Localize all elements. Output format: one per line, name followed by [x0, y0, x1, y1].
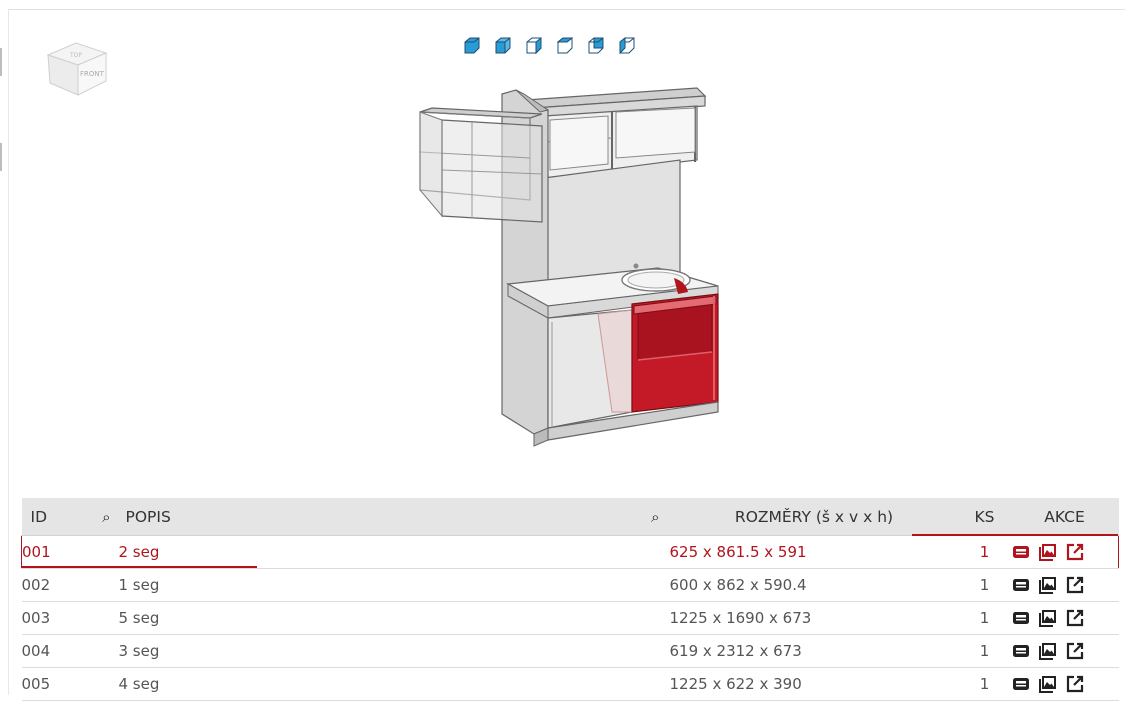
- view-toolbar: [462, 36, 637, 56]
- print-label-icon[interactable]: [1011, 674, 1031, 694]
- column-header-id-label: ID: [30, 507, 48, 526]
- table-row[interactable]: 005 4 seg 1225 x 622 x 390 1: [21, 667, 1119, 701]
- column-header-ks-label: KS: [974, 507, 995, 526]
- cell-rozmery: 1225 x 622 x 390: [669, 667, 959, 701]
- cell-rozmery: 619 x 2312 x 673: [669, 634, 959, 668]
- open-external-icon[interactable]: [1065, 674, 1085, 694]
- cell-id: 005: [21, 667, 119, 701]
- selection-underline: [21, 566, 257, 568]
- cell-akce: [1010, 535, 1119, 569]
- left-tick: [0, 48, 2, 76]
- left-border: [8, 10, 9, 695]
- image-gallery-icon[interactable]: [1038, 608, 1058, 628]
- cell-akce: [1010, 601, 1119, 635]
- cell-id: 003: [21, 601, 119, 635]
- cell-akce: [1010, 667, 1119, 701]
- print-label-icon[interactable]: [1011, 575, 1031, 595]
- column-header-ks[interactable]: KS: [958, 498, 1011, 536]
- view-iso-3-icon[interactable]: [524, 36, 544, 56]
- search-icon[interactable]: ⌕: [102, 508, 110, 526]
- open-external-icon[interactable]: [1065, 575, 1085, 595]
- cell-id: 002: [21, 568, 119, 602]
- column-header-popis[interactable]: POPIS ⌕: [118, 498, 670, 536]
- cell-popis: 3 seg: [118, 634, 670, 668]
- table-row[interactable]: 004 3 seg 619 x 2312 x 673 1: [21, 634, 1119, 668]
- print-label-icon[interactable]: [1011, 641, 1031, 661]
- left-tick: [0, 143, 2, 171]
- open-external-icon[interactable]: [1065, 608, 1085, 628]
- open-external-icon[interactable]: [1065, 641, 1085, 661]
- table-header-row: ID ⌕ POPIS ⌕ ROZMĚRY (š x v x h) KS AKCE: [21, 498, 1119, 536]
- view-iso-1-icon[interactable]: [462, 36, 482, 56]
- print-label-icon[interactable]: [1011, 542, 1031, 562]
- cell-rozmery: 1225 x 1690 x 673: [669, 601, 959, 635]
- image-gallery-icon[interactable]: [1038, 674, 1058, 694]
- column-header-rozmery-label: ROZMĚRY (š x v x h): [734, 507, 894, 526]
- cell-id: 004: [21, 634, 119, 668]
- search-icon[interactable]: ⌕: [651, 508, 659, 526]
- image-gallery-icon[interactable]: [1038, 542, 1058, 562]
- cell-akce: [1010, 634, 1119, 668]
- image-gallery-icon[interactable]: [1038, 575, 1058, 595]
- view-iso-6-icon[interactable]: [617, 36, 637, 56]
- view-iso-4-icon[interactable]: [555, 36, 575, 56]
- svg-text:TOP: TOP: [69, 52, 82, 59]
- segments-table: ID ⌕ POPIS ⌕ ROZMĚRY (š x v x h) KS AKCE…: [21, 498, 1119, 701]
- top-border: [8, 9, 1125, 10]
- selection-overline: [912, 534, 1118, 536]
- view-iso-2-icon[interactable]: [493, 36, 513, 56]
- view-iso-5-icon[interactable]: [586, 36, 606, 56]
- table-row[interactable]: 003 5 seg 1225 x 1690 x 673 1: [21, 601, 1119, 635]
- cell-ks: 1: [958, 568, 1011, 602]
- cell-rozmery: 600 x 862 x 590.4: [669, 568, 959, 602]
- column-header-akce-label: AKCE: [1044, 507, 1085, 526]
- cube-icon: TOP FRONT: [46, 42, 108, 96]
- image-gallery-icon[interactable]: [1038, 641, 1058, 661]
- column-header-popis-label: POPIS: [125, 507, 171, 526]
- cell-popis: 4 seg: [118, 667, 670, 701]
- column-header-id[interactable]: ID ⌕: [21, 498, 119, 536]
- print-label-icon[interactable]: [1011, 608, 1031, 628]
- cell-ks: 1: [958, 601, 1011, 635]
- cell-popis: 5 seg: [118, 601, 670, 635]
- column-header-rozmery[interactable]: ROZMĚRY (š x v x h): [669, 498, 959, 536]
- table-row[interactable]: 001 2 seg 625 x 861.5 x 591 1: [21, 535, 1119, 569]
- furniture-3d-model[interactable]: [412, 82, 738, 450]
- cell-akce: [1010, 568, 1119, 602]
- svg-text:FRONT: FRONT: [80, 70, 105, 78]
- navigation-cube[interactable]: TOP FRONT: [40, 35, 116, 105]
- cell-rozmery: 625 x 861.5 x 591: [669, 535, 959, 569]
- column-header-akce: AKCE: [1010, 498, 1119, 536]
- cell-ks: 1: [958, 535, 1011, 569]
- cell-id: 001: [21, 535, 119, 569]
- cell-popis: 1 seg: [118, 568, 670, 602]
- cell-ks: 1: [958, 634, 1011, 668]
- open-external-icon[interactable]: [1065, 542, 1085, 562]
- table-row[interactable]: 002 1 seg 600 x 862 x 590.4 1: [21, 568, 1119, 602]
- cell-ks: 1: [958, 667, 1011, 701]
- cell-popis: 2 seg: [118, 535, 670, 569]
